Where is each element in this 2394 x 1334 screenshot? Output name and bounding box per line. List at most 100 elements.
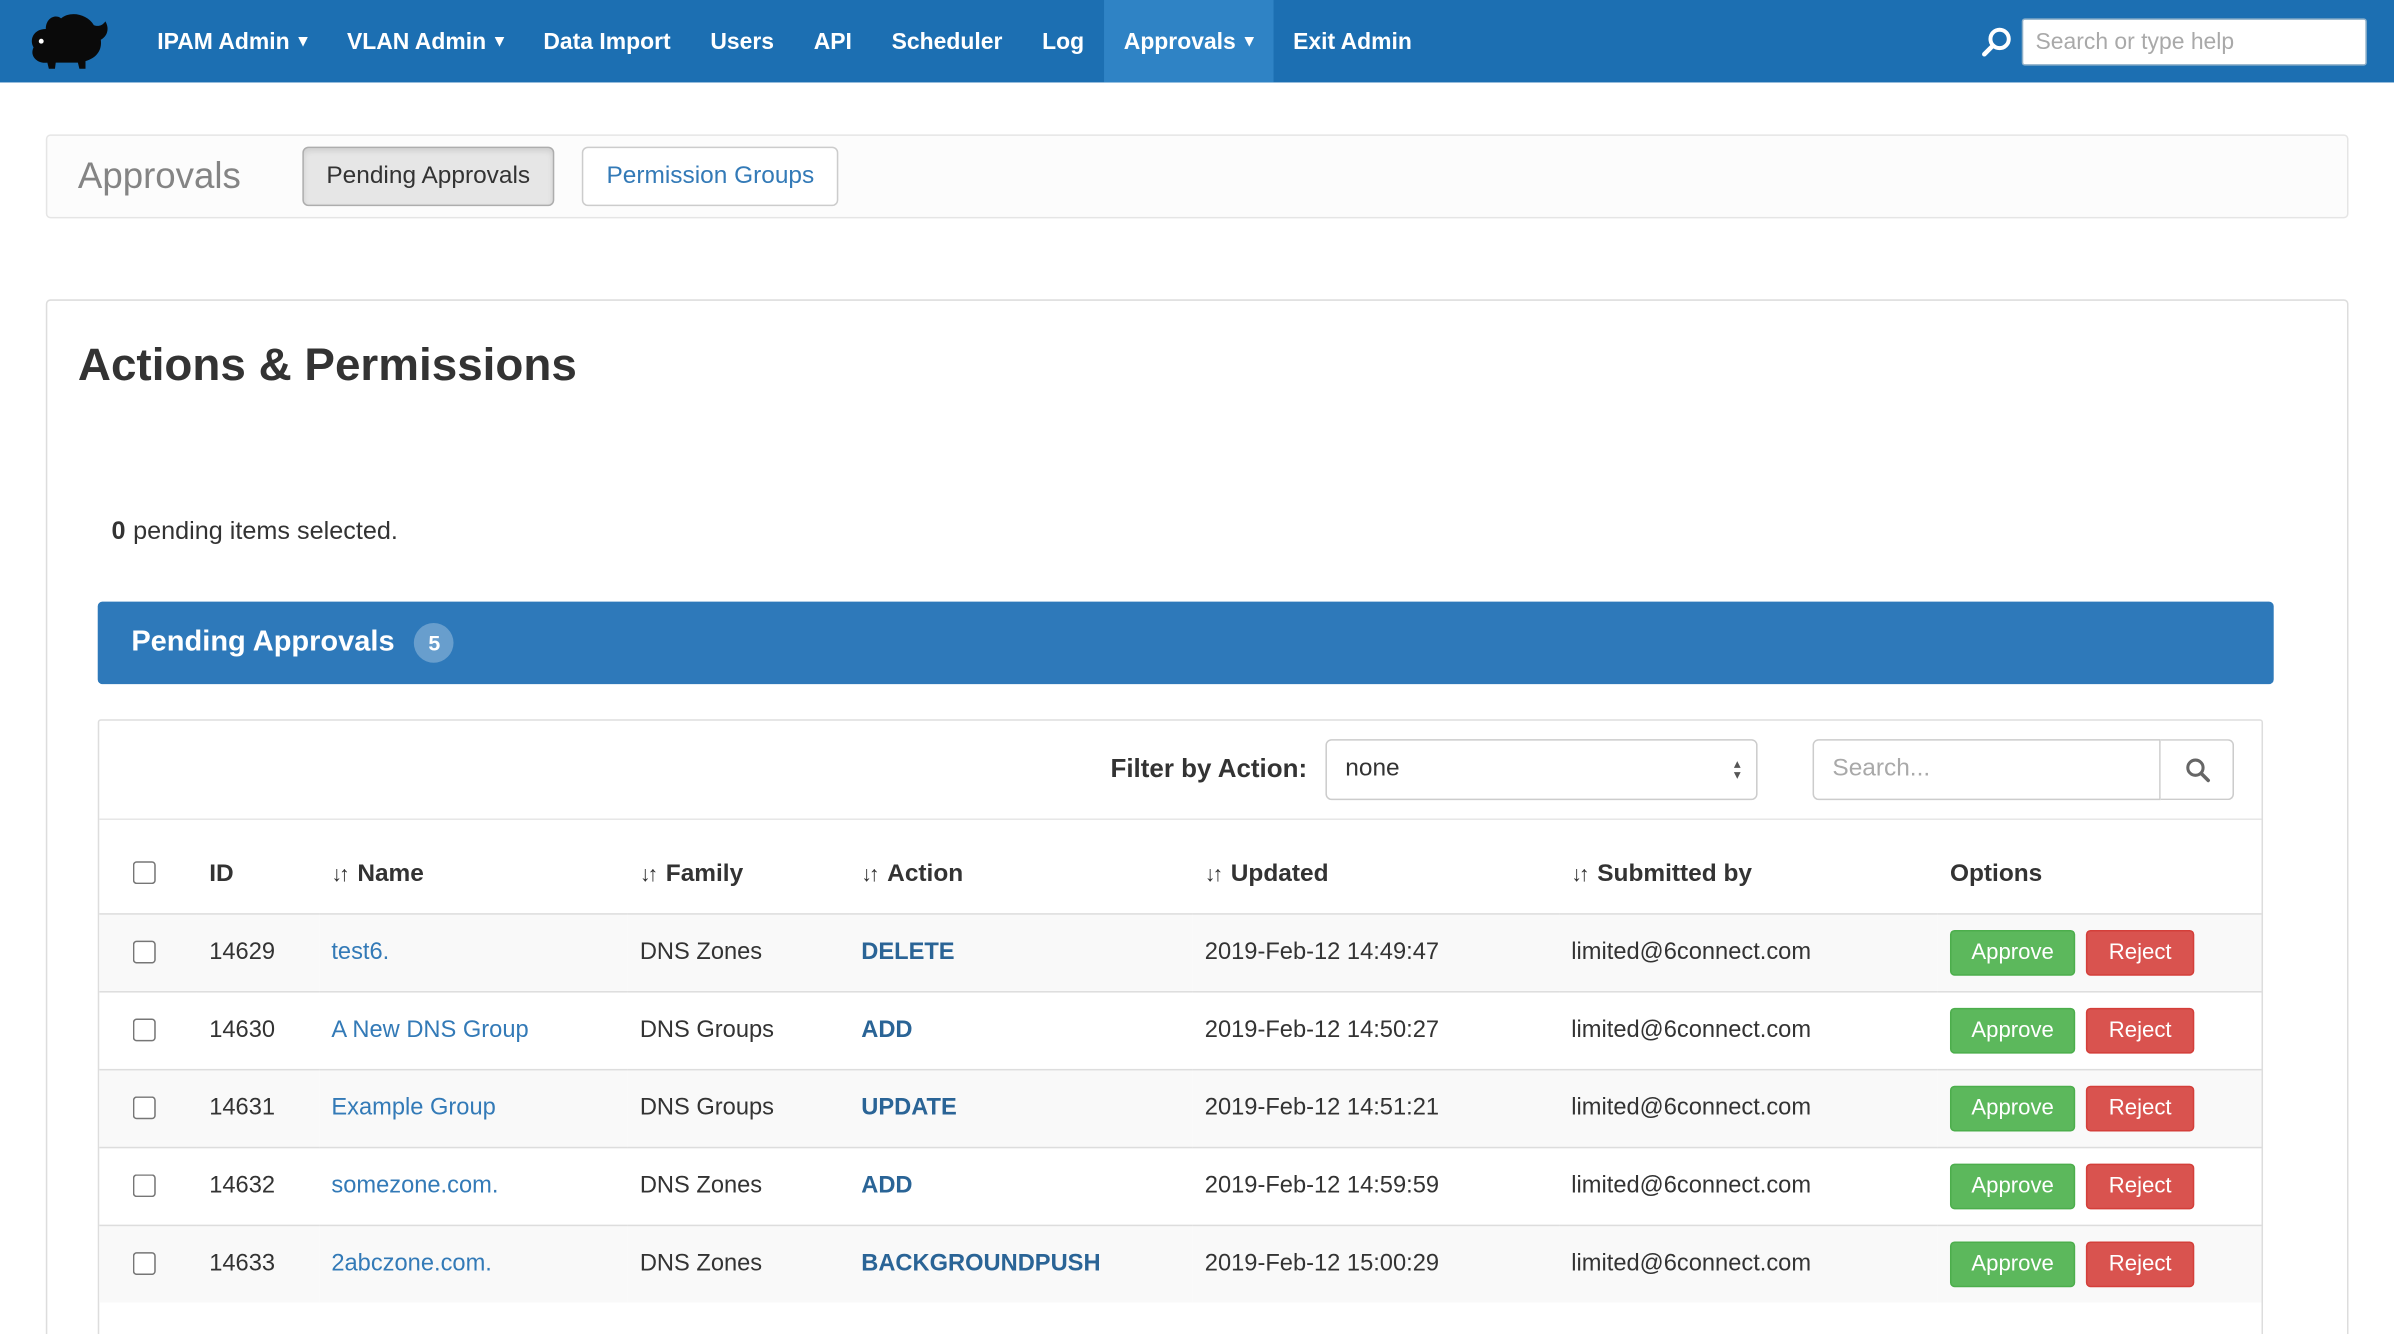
cell-name: somezone.com. (319, 1148, 627, 1226)
reject-button[interactable]: Reject (2086, 1008, 2195, 1054)
chevron-down-icon: ▾ (495, 33, 503, 50)
pending-approvals-band: Pending Approvals 5 (98, 602, 2274, 684)
cell-action: UPDATE (849, 1070, 1193, 1148)
approve-button[interactable]: Approve (1950, 1086, 2075, 1132)
action-link[interactable]: BACKGROUNDPUSH (861, 1251, 1100, 1277)
approve-button[interactable]: Approve (1950, 930, 2075, 976)
column-label: Action (887, 860, 963, 886)
sort-icon: ↓↑ (1571, 860, 1586, 884)
column-header-action[interactable]: ↓↑ Action (849, 820, 1193, 914)
selected-count: 0 (111, 518, 125, 545)
table-search-button[interactable] (2161, 739, 2234, 800)
tab-pending-approvals[interactable]: Pending Approvals (302, 146, 555, 206)
navbar-search (1979, 18, 2367, 65)
column-header-family[interactable]: ↓↑Family (628, 820, 849, 914)
cell-id: 14632 (197, 1148, 319, 1226)
cell-submitted-by: limited@6connect.com (1559, 992, 1938, 1070)
nav-item-api[interactable]: API (794, 0, 872, 82)
cell-select (99, 914, 197, 992)
row-checkbox[interactable] (133, 1251, 156, 1274)
cell-id: 14631 (197, 1070, 319, 1148)
column-label: Submitted by (1597, 860, 1752, 886)
global-search-input[interactable] (2022, 18, 2367, 65)
select-value: none (1345, 756, 1399, 783)
action-link[interactable]: DELETE (861, 939, 954, 965)
cell-updated: 2019-Feb-12 14:49:47 (1193, 914, 1559, 992)
nav-item-exit-admin[interactable]: Exit Admin (1273, 0, 1431, 82)
nav-item-label: Data Import (543, 28, 670, 54)
row-checkbox[interactable] (133, 1096, 156, 1119)
cell-family: DNS Zones (628, 1225, 849, 1302)
column-header-options: Options (1938, 820, 2262, 914)
cell-name: A New DNS Group (319, 992, 627, 1070)
cell-action: BACKGROUNDPUSH (849, 1225, 1193, 1302)
nav-item-scheduler[interactable]: Scheduler (872, 0, 1022, 82)
approve-button[interactable]: Approve (1950, 1164, 2075, 1210)
nav-item-data-import[interactable]: Data Import (524, 0, 691, 82)
column-label: Name (357, 860, 424, 886)
cell-submitted-by: limited@6connect.com (1559, 1070, 1938, 1148)
column-header-id: ID (197, 820, 319, 914)
nav-item-approvals[interactable]: Approvals ▾ (1104, 0, 1273, 82)
filter-row: Filter by Action: none ▴▾ (99, 721, 2261, 820)
name-link[interactable]: Example Group (331, 1095, 495, 1121)
column-label: Family (666, 860, 743, 886)
cell-updated: 2019-Feb-12 14:59:59 (1193, 1148, 1559, 1226)
action-link[interactable]: UPDATE (861, 1095, 957, 1121)
action-link[interactable]: ADD (861, 1173, 912, 1199)
table-row: 14632somezone.com.DNS ZonesADD2019-Feb-1… (99, 1148, 2261, 1226)
cell-submitted-by: limited@6connect.com (1559, 914, 1938, 992)
column-header-select (99, 820, 197, 914)
reject-button[interactable]: Reject (2086, 1241, 2195, 1287)
nav-item-label: Scheduler (892, 28, 1003, 54)
cell-options: ApproveReject (1938, 1070, 2262, 1148)
table-row: 14631Example GroupDNS GroupsUPDATE2019-F… (99, 1070, 2261, 1148)
search-icon[interactable] (1979, 23, 2016, 60)
count-badge: 5 (414, 623, 454, 663)
approve-button[interactable]: Approve (1950, 1241, 2075, 1287)
action-link[interactable]: ADD (861, 1017, 912, 1043)
nav-item-users[interactable]: Users (690, 0, 793, 82)
row-checkbox[interactable] (133, 940, 156, 963)
approve-button[interactable]: Approve (1950, 1008, 2075, 1054)
row-checkbox[interactable] (133, 1173, 156, 1196)
selected-text: pending items selected. (133, 518, 398, 545)
chevron-down-icon: ▾ (1245, 33, 1253, 50)
page: IPAM Admin▾VLAN Admin▾ Data Import Users AP… (0, 0, 2394, 1334)
cell-select (99, 1225, 197, 1302)
cell-select (99, 1148, 197, 1226)
nav-item-log[interactable]: Log (1022, 0, 1104, 82)
cell-options: ApproveReject (1938, 1225, 2262, 1302)
cell-family: DNS Groups (628, 992, 849, 1070)
tab-permission-groups[interactable]: Permission Groups (582, 146, 839, 206)
reject-button[interactable]: Reject (2086, 930, 2195, 976)
cell-options: ApproveReject (1938, 914, 2262, 992)
nav-item-label: Exit Admin (1293, 28, 1412, 54)
name-link[interactable]: A New DNS Group (331, 1017, 528, 1043)
sort-icon: ↓↑ (861, 860, 876, 884)
brand-logo[interactable] (27, 9, 116, 73)
name-link[interactable]: somezone.com. (331, 1173, 498, 1199)
name-link[interactable]: 2abczone.com. (331, 1251, 492, 1277)
reject-button[interactable]: Reject (2086, 1086, 2195, 1132)
column-header-submitted-by[interactable]: ↓↑ Submitted by (1559, 820, 1938, 914)
table-search-input[interactable] (1813, 739, 2161, 800)
nav-item-label: Approvals (1124, 28, 1236, 54)
cell-select (99, 992, 197, 1070)
action-filter-select[interactable]: none ▴▾ (1325, 739, 1757, 800)
rhino-logo-icon (27, 11, 113, 72)
cell-name: Example Group (319, 1070, 627, 1148)
nav-item-label: Users (710, 28, 774, 54)
nav-item-vlan-admin[interactable]: VLAN Admin▾ (327, 0, 523, 82)
column-header-name[interactable]: ↓↑Name (319, 820, 627, 914)
column-label: Updated (1231, 860, 1329, 886)
reject-button[interactable]: Reject (2086, 1164, 2195, 1210)
nav-item-label: Log (1042, 28, 1084, 54)
nav-item-ipam-admin[interactable]: IPAM Admin▾ (137, 0, 327, 82)
search-icon (2181, 754, 2212, 785)
column-header-updated[interactable]: ↓↑Updated (1193, 820, 1559, 914)
select-all-checkbox[interactable] (133, 861, 156, 884)
name-link[interactable]: test6. (331, 939, 389, 965)
cell-action: DELETE (849, 914, 1193, 992)
row-checkbox[interactable] (133, 1018, 156, 1041)
